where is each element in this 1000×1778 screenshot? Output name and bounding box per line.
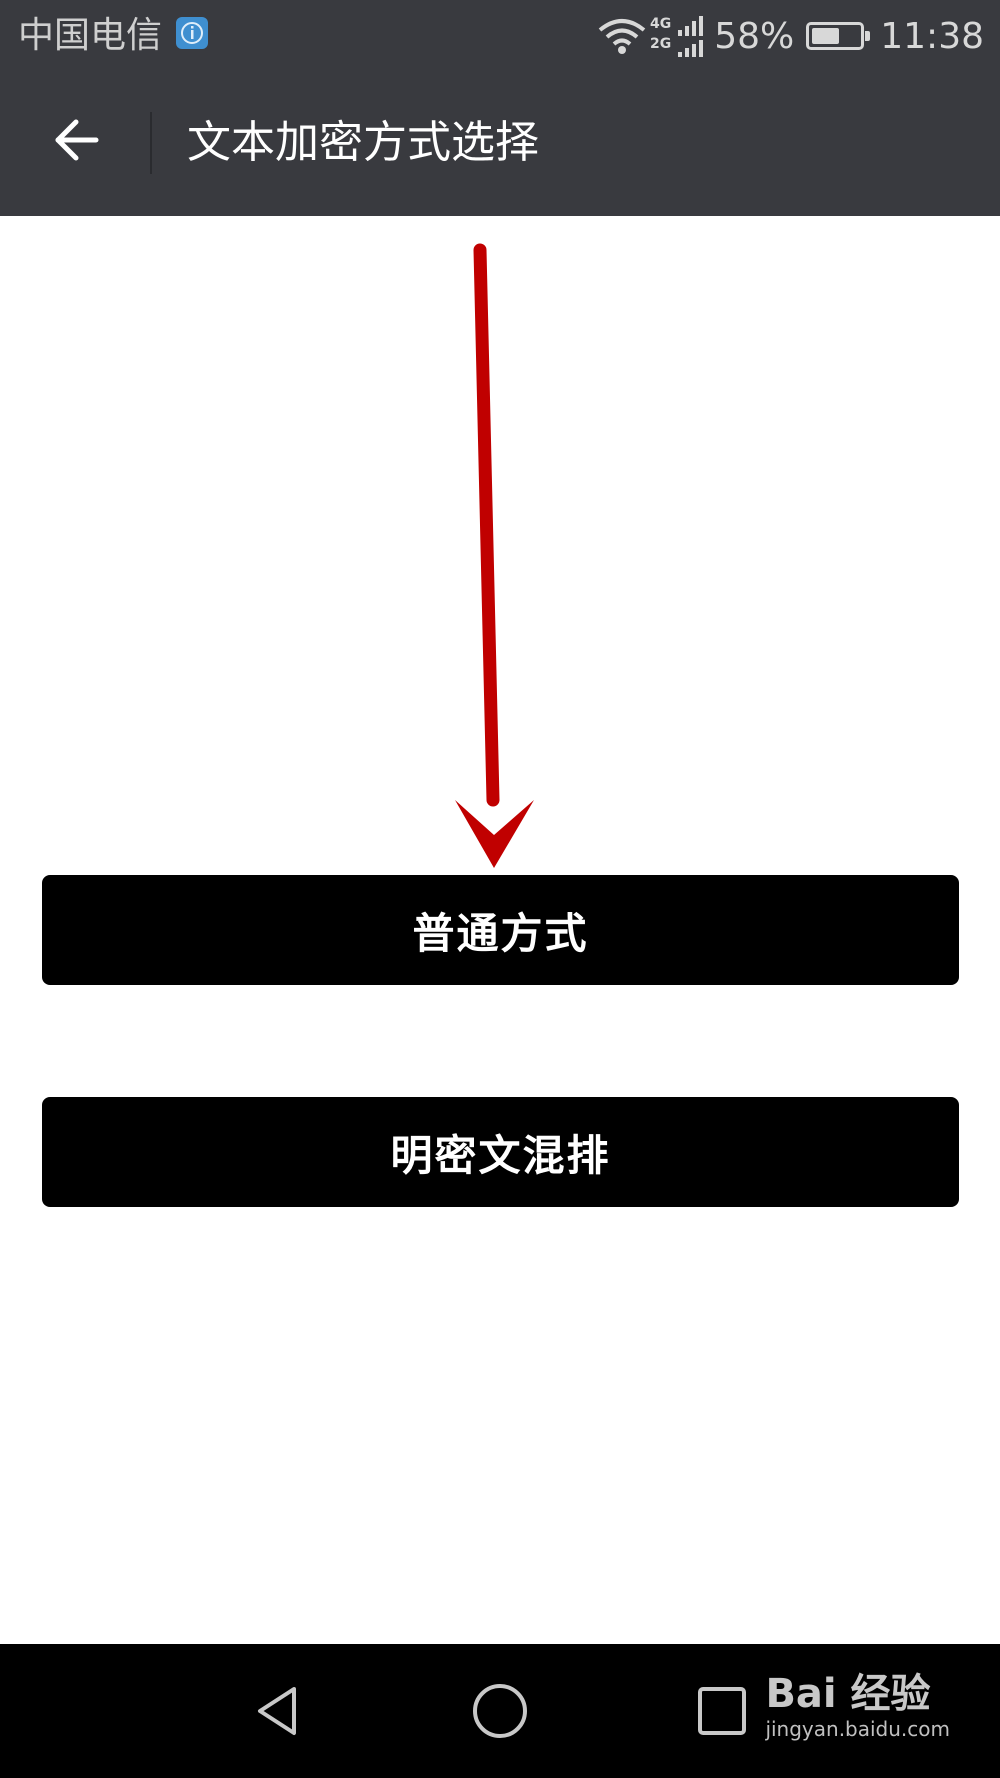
normal-mode-button[interactable]: 普通方式 xyxy=(42,875,959,985)
network-type-4g: 4G xyxy=(650,16,671,32)
battery-level xyxy=(812,28,840,44)
page-title: 文本加密方式选择 xyxy=(187,117,539,168)
cellular-signal-icon: 4G 2G xyxy=(650,16,704,57)
baidu-jingyan-watermark: Bai 经验 jingyan.baidu.com xyxy=(765,1672,950,1742)
wifi-icon xyxy=(598,19,646,54)
navigation-bar: Bai 经验 jingyan.baidu.com xyxy=(0,1644,1000,1778)
nav-recent-apps-button[interactable] xyxy=(677,1666,767,1756)
network-type-2g: 2G xyxy=(650,36,671,52)
square-recents-icon xyxy=(698,1687,746,1735)
status-bar: 中国电信 4G 2G 58% 11:38 xyxy=(0,0,1000,72)
screen: 中国电信 4G 2G 58% 11:38 文本加密方式选择 普通方式 明密文混排… xyxy=(0,0,1000,1778)
nav-back-button[interactable] xyxy=(233,1666,323,1756)
watermark-logo: Bai 经验 xyxy=(765,1671,931,1717)
clock: 11:38 xyxy=(880,15,984,57)
carrier-name: 中国电信 xyxy=(18,15,163,56)
notification-info-icon xyxy=(176,17,208,49)
toolbar: 文本加密方式选择 xyxy=(0,72,1000,216)
back-arrow-icon xyxy=(55,119,99,161)
watermark-url: jingyan.baidu.com xyxy=(765,1717,950,1741)
nav-home-button[interactable] xyxy=(455,1666,545,1756)
status-indicators: 4G 2G 58% 11:38 xyxy=(596,10,984,62)
toolbar-divider xyxy=(150,112,152,174)
content-area: 普通方式 明密文混排 xyxy=(0,216,1000,1644)
triangle-back-icon xyxy=(258,1687,296,1735)
battery-icon xyxy=(806,22,871,50)
mixed-mode-button[interactable]: 明密文混排 xyxy=(42,1097,959,1207)
battery-percent: 58% xyxy=(714,15,795,57)
circle-home-icon xyxy=(473,1684,527,1738)
back-button[interactable] xyxy=(40,104,112,176)
